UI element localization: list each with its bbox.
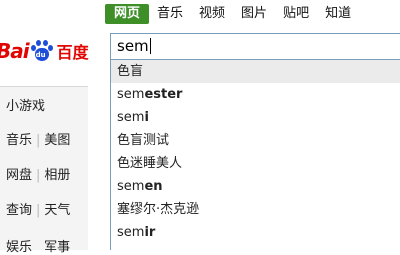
suggestion-item[interactable]: 塞缪尔·杰克逊 — [111, 198, 400, 221]
search-query-text: sem — [117, 37, 149, 55]
side-link-weather[interactable]: 天气 — [44, 203, 70, 218]
nav-tab-video[interactable]: 视频 — [191, 4, 233, 24]
search-input[interactable]: sem — [110, 33, 400, 60]
suggestion-item[interactable]: semi — [111, 106, 400, 129]
suggestion-item[interactable]: semir — [111, 221, 400, 244]
side-link-row: 查询 | 天气 — [6, 199, 70, 218]
side-link-row: 音乐 | 美图 — [6, 129, 70, 148]
nav-tab-images[interactable]: 图片 — [233, 4, 275, 24]
side-link-music[interactable]: 音乐 — [6, 133, 32, 148]
side-link-query[interactable]: 查询 — [6, 203, 32, 218]
text-caret — [149, 38, 151, 54]
side-link-entertainment[interactable]: 娱乐 — [6, 240, 32, 255]
suggestion-item[interactable]: semester — [111, 83, 400, 106]
suggestion-dropdown: 色盲 semester semi 色盲测试 色迷睡美人 semen 塞缪尔·杰克… — [110, 60, 400, 250]
side-link-pictures[interactable]: 美图 — [44, 133, 70, 148]
suggestion-item[interactable]: 色迷睡美人 — [111, 152, 400, 175]
side-link-row: 娱乐 军事 — [6, 236, 70, 255]
suggestion-item[interactable]: 色盲测试 — [111, 129, 400, 152]
side-links: 小游戏 音乐 | 美图 网盘 | 相册 查询 | 天气 娱乐 军事 — [0, 0, 100, 255]
side-link-album[interactable]: 相册 — [44, 168, 70, 183]
side-link-mini-games[interactable]: 小游戏 — [6, 99, 45, 114]
nav-tab-zhidao[interactable]: 知道 — [317, 4, 359, 24]
side-link-military[interactable]: 军事 — [44, 240, 70, 255]
side-link-netdisk[interactable]: 网盘 — [6, 168, 32, 183]
separator — [36, 240, 40, 255]
suggestion-item[interactable]: 色盲 — [111, 60, 400, 83]
separator: | — [36, 168, 41, 183]
side-link-row: 网盘 | 相册 — [6, 164, 70, 183]
nav-tab-tieba[interactable]: 贴吧 — [275, 4, 317, 24]
separator: | — [36, 133, 41, 148]
separator: | — [36, 203, 41, 218]
nav-tab-web[interactable]: 网页 — [105, 4, 150, 24]
side-link-row: 小游戏 — [6, 95, 45, 114]
top-nav: 网页 音乐 视频 图片 贴吧 知道 — [105, 4, 359, 24]
suggestion-item[interactable]: semen — [111, 175, 400, 198]
nav-tab-music[interactable]: 音乐 — [149, 4, 191, 24]
